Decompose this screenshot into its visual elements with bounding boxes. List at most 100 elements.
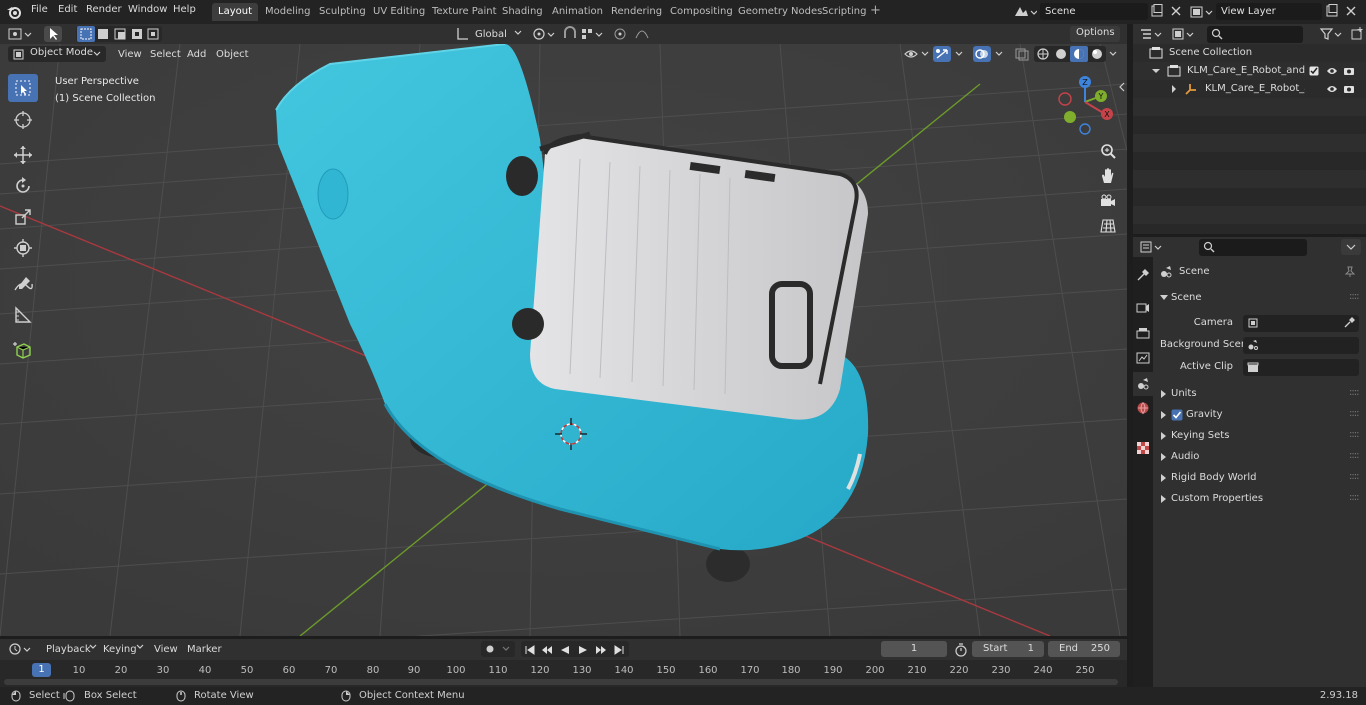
expand-down-icon[interactable]: [1151, 66, 1161, 76]
menu-file[interactable]: File: [31, 4, 48, 15]
object-mode-dropdown[interactable]: Object Mode: [8, 46, 106, 62]
camera-icon[interactable]: [1343, 66, 1355, 76]
tab-shading[interactable]: Shading: [496, 3, 549, 21]
active-clip-field[interactable]: [1243, 359, 1359, 376]
eyedropper-icon[interactable]: [1343, 317, 1355, 329]
jump-start-icon[interactable]: [522, 643, 538, 657]
tab-sculpting[interactable]: Sculpting: [313, 3, 372, 21]
rigid-body-world-section[interactable]: Rigid Body World ::::: [1153, 468, 1366, 488]
eye-icon[interactable]: [1326, 66, 1338, 76]
play-icon[interactable]: [575, 643, 591, 657]
select-tool-toggle[interactable]: [44, 26, 62, 42]
tab-animation[interactable]: Animation: [546, 3, 609, 21]
drag-handle-icon[interactable]: ::::: [1349, 287, 1360, 307]
checkbox-icon[interactable]: [1309, 66, 1319, 76]
pin-icon[interactable]: [1344, 266, 1356, 278]
chevron-down-icon[interactable]: [1108, 49, 1118, 59]
close-scene-icon[interactable]: [1170, 5, 1182, 17]
menu-help[interactable]: Help: [173, 4, 196, 15]
drag-handle-icon[interactable]: ::::: [1349, 488, 1360, 508]
new-scene-icon[interactable]: [1150, 4, 1164, 18]
tab-layout[interactable]: Layout: [212, 3, 258, 21]
tool-rotate[interactable]: [8, 172, 38, 200]
properties-search-input[interactable]: [1199, 239, 1307, 256]
pan-hand-icon[interactable]: [1099, 167, 1117, 185]
sidebar-toggle-icon[interactable]: [1118, 82, 1126, 92]
texture-properties-icon[interactable]: [1136, 441, 1150, 455]
scene-panel-header[interactable]: Scene ::::: [1153, 288, 1366, 308]
outliner-row-armature[interactable]: KLM_Care_E_Robot_and_: [1133, 80, 1366, 98]
camera-field[interactable]: [1243, 315, 1359, 332]
filter-icon[interactable]: [1319, 26, 1345, 42]
gravity-checkbox[interactable]: [1171, 409, 1183, 421]
tool-cursor[interactable]: [8, 106, 38, 134]
new-collection-icon[interactable]: [1349, 26, 1365, 42]
timeline-menu-marker[interactable]: Marker: [187, 642, 222, 657]
3d-viewport[interactable]: Object Mode View Select Add Object User …: [0, 44, 1127, 636]
visibility-selectability-icon[interactable]: [903, 47, 931, 61]
gravity-section[interactable]: Gravity ::::: [1153, 405, 1366, 425]
timeline-menu-view[interactable]: View: [154, 642, 178, 657]
ortho-grid-icon[interactable]: [1099, 217, 1117, 235]
timeline-menu-keying[interactable]: Keying: [103, 642, 137, 657]
chevron-down-icon[interactable]: [994, 49, 1004, 59]
tab-scripting[interactable]: Scripting: [816, 3, 872, 21]
gizmo-toggle-icon[interactable]: [933, 46, 951, 62]
drag-handle-icon[interactable]: ::::: [1349, 383, 1360, 403]
tab-geometry-nodes[interactable]: Geometry Nodes: [732, 3, 828, 21]
options-dropdown[interactable]: Options: [1070, 26, 1120, 42]
tool-add-cube[interactable]: [8, 336, 38, 364]
tool-move[interactable]: [8, 141, 38, 169]
expand-right-icon[interactable]: [1169, 84, 1179, 94]
start-frame-field[interactable]: Start 1: [972, 641, 1044, 657]
overlays-toggle-icon[interactable]: [973, 46, 991, 62]
outliner-row-collection[interactable]: KLM_Care_E_Robot_and_Whit: [1133, 62, 1366, 80]
play-reverse-icon[interactable]: [557, 643, 573, 657]
keying-sets-section[interactable]: Keying Sets ::::: [1153, 426, 1366, 446]
scene-properties-tab[interactable]: [1133, 372, 1153, 396]
tab-compositing[interactable]: Compositing: [664, 3, 739, 21]
tab-modeling[interactable]: Modeling: [259, 3, 317, 21]
drag-handle-icon[interactable]: ::::: [1349, 404, 1360, 424]
display-mode-icon[interactable]: [1171, 26, 1197, 42]
proportional-editing-icon[interactable]: [612, 26, 658, 42]
tab-rendering[interactable]: Rendering: [605, 3, 668, 21]
tool-scale[interactable]: [8, 203, 38, 231]
menu-edit[interactable]: Edit: [58, 4, 77, 15]
zoom-icon[interactable]: [1099, 142, 1117, 160]
tool-annotate[interactable]: [8, 270, 38, 298]
outliner-editor-type-icon[interactable]: [1139, 26, 1165, 42]
outliner-search-input[interactable]: [1207, 26, 1303, 43]
editor-type-icon[interactable]: [8, 26, 34, 42]
tool-properties-icon[interactable]: [1136, 268, 1150, 282]
timeline-editor-type-icon[interactable]: [8, 642, 34, 657]
close-view-layer-icon[interactable]: [1345, 5, 1357, 17]
view-layer-field[interactable]: View Layer: [1216, 3, 1322, 20]
eye-icon[interactable]: [1326, 84, 1338, 94]
snap-toggle-icon[interactable]: [562, 26, 608, 42]
viewport-menu-add[interactable]: Add: [187, 47, 206, 62]
units-section[interactable]: Units ::::: [1153, 384, 1366, 404]
blender-logo-icon[interactable]: [6, 4, 22, 20]
transform-orientation-dropdown[interactable]: Global: [475, 27, 507, 42]
jump-keyframe-back-icon[interactable]: [539, 643, 555, 657]
timeline-scrollbar[interactable]: [4, 679, 1118, 685]
world-properties-icon[interactable]: [1136, 401, 1150, 415]
custom-properties-section[interactable]: Custom Properties ::::: [1153, 489, 1366, 509]
tool-measure[interactable]: [8, 301, 38, 329]
stopwatch-icon[interactable]: [954, 643, 968, 657]
drag-handle-icon[interactable]: ::::: [1349, 467, 1360, 487]
current-frame-field[interactable]: 1: [881, 641, 947, 657]
tab-texture-paint[interactable]: Texture Paint: [426, 3, 503, 21]
output-properties-icon[interactable]: [1136, 326, 1150, 340]
timeline-menu-playback[interactable]: Playback: [46, 642, 91, 657]
xray-toggle-icon[interactable]: [1014, 47, 1030, 61]
scene-name-field[interactable]: Scene: [1040, 3, 1148, 20]
menu-render[interactable]: Render: [86, 4, 122, 15]
auto-keying-toggle[interactable]: [481, 641, 515, 657]
tool-select-box[interactable]: [8, 74, 38, 102]
end-frame-field[interactable]: End 250: [1048, 641, 1120, 657]
jump-end-icon[interactable]: [611, 643, 627, 657]
view-layer-properties-icon[interactable]: [1136, 351, 1150, 365]
render-properties-icon[interactable]: [1136, 301, 1150, 315]
